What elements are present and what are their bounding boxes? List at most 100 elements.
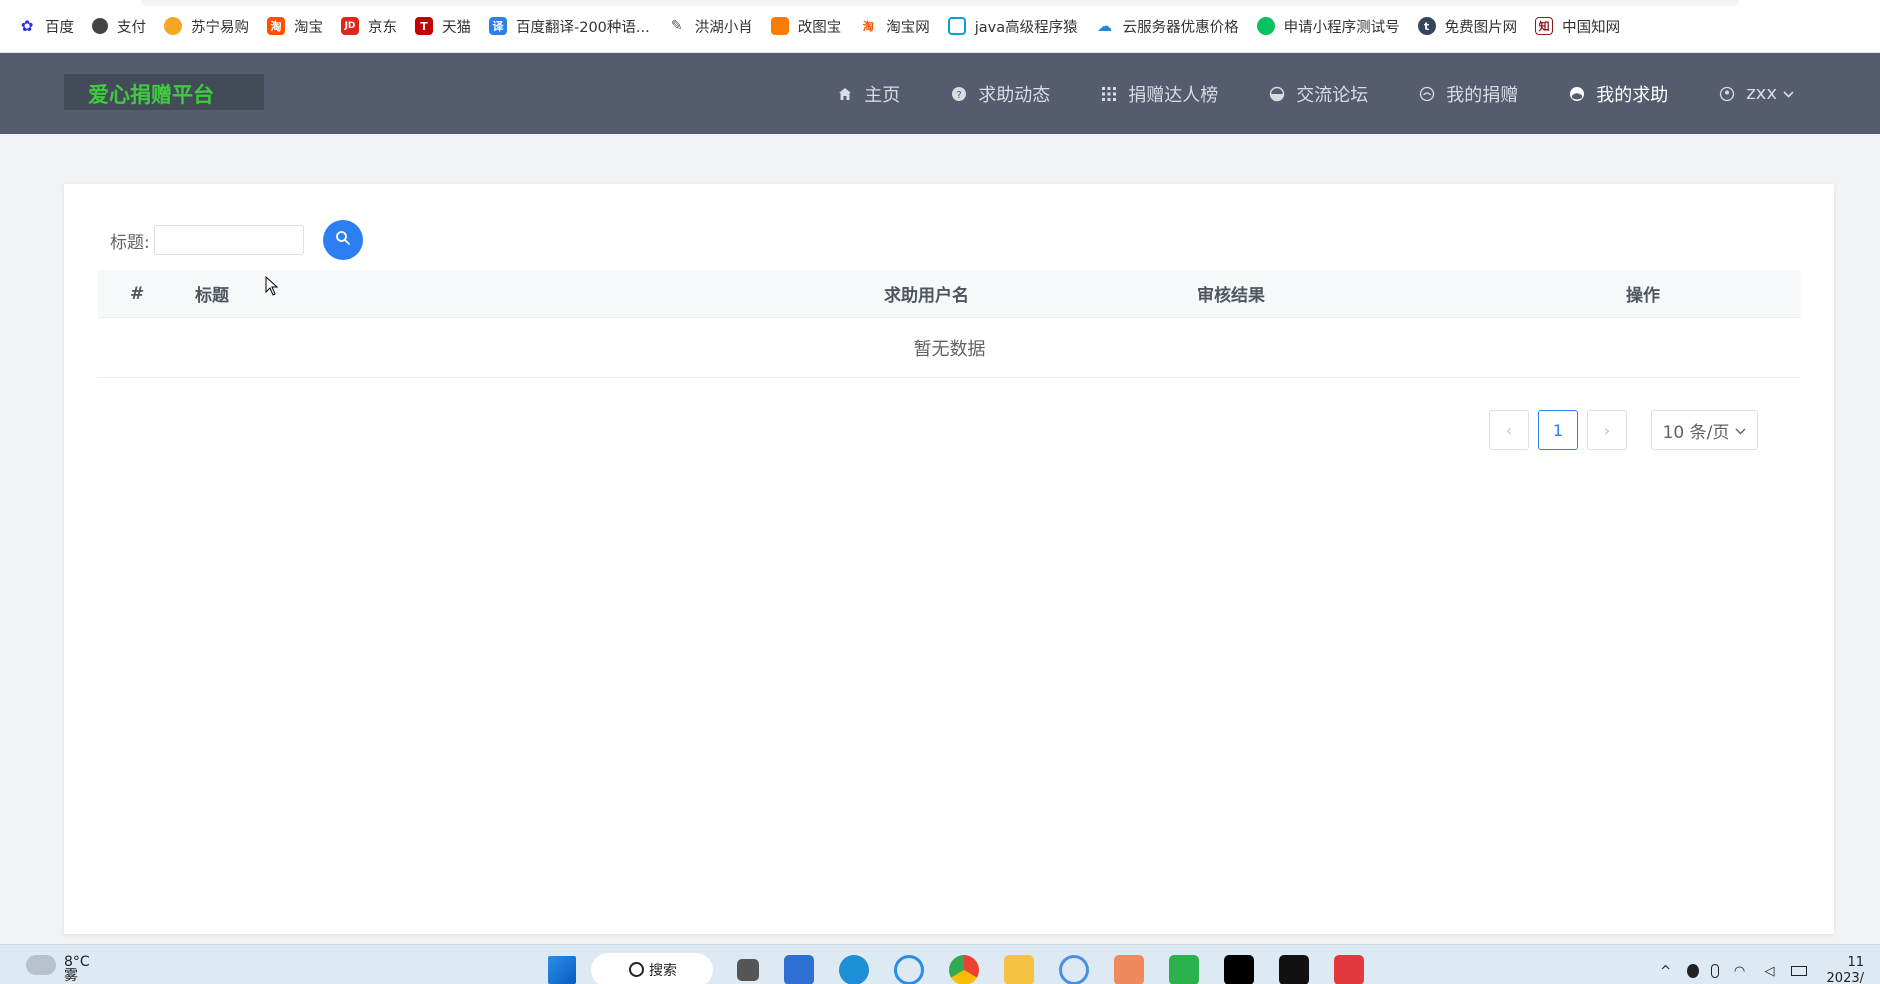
cloud-icon: ☁ xyxy=(1097,17,1113,35)
table-header: # 标题 求助用户名 审核结果 操作 xyxy=(98,270,1801,318)
bookmark-label: 改图宝 xyxy=(797,19,842,36)
task-view-icon[interactable] xyxy=(737,959,759,981)
bookmark-cloud-server[interactable]: ☁ 云服务器优惠价格 xyxy=(1096,16,1239,37)
bookmark-suning[interactable]: 苏宁易购 xyxy=(164,16,249,37)
file-explorer-icon[interactable] xyxy=(1004,955,1034,984)
bookmark-tmall[interactable]: T 天猫 xyxy=(415,16,471,37)
title-search-input[interactable] xyxy=(153,225,304,255)
page-size-value: 10 条/页 xyxy=(1662,422,1730,443)
microphone-icon[interactable] xyxy=(1710,964,1719,978)
jd-icon: JD xyxy=(341,17,359,35)
bookmark-pay[interactable]: 支付 xyxy=(92,16,146,37)
requests-table: # 标题 求助用户名 审核结果 操作 暂无数据 xyxy=(98,270,1801,378)
globe-icon xyxy=(92,18,108,34)
page-size-select[interactable]: 10 条/页 xyxy=(1651,410,1758,450)
hbuilder-icon[interactable] xyxy=(1169,955,1199,984)
temperature: 8°C xyxy=(64,954,90,970)
qq-icon[interactable] xyxy=(1686,964,1699,978)
home-icon xyxy=(836,85,854,103)
taobao-icon: 淘 xyxy=(862,20,874,33)
column-review-result: 审核结果 xyxy=(1197,286,1265,306)
bookmark-gaitubao[interactable]: 改图宝 xyxy=(770,16,842,37)
bookmark-honghu[interactable]: ✎ 洪湖小肖 xyxy=(668,16,753,37)
bookmark-taobao-net[interactable]: 淘淘宝网 xyxy=(859,16,930,37)
bookmark-java[interactable]: java高级程序猿 xyxy=(947,16,1078,37)
column-title: 标题 xyxy=(195,286,229,306)
chrome-icon[interactable] xyxy=(949,955,979,984)
bookmark-label: java高级程序猿 xyxy=(974,19,1078,36)
menu-item-help-feed[interactable]: ? 求助动态 xyxy=(950,81,1050,107)
bookmark-taobao[interactable]: 淘淘宝 xyxy=(267,16,323,37)
column-requester: 求助用户名 xyxy=(884,286,969,306)
bookmark-miniprogram[interactable]: 申请小程序测试号 xyxy=(1256,16,1400,37)
chevron-up-icon[interactable]: ^ xyxy=(1657,962,1675,980)
bookmark-free-images[interactable]: t 免费图片网 xyxy=(1417,16,1517,37)
bookmark-label: 淘宝网 xyxy=(886,19,930,36)
menu-item-my-requests[interactable]: 我的求助 xyxy=(1568,81,1668,107)
menu-item-home[interactable]: 主页 xyxy=(836,81,900,107)
taskbar-search-label: 搜索 xyxy=(649,963,677,979)
next-page-button[interactable]: › xyxy=(1587,410,1627,450)
bookmark-baidu[interactable]: ✿ 百度 xyxy=(18,16,74,37)
menu-label: 我的捐赠 xyxy=(1446,84,1519,106)
bookmark-label: 苏宁易购 xyxy=(191,19,249,36)
taskbar-apps: 搜索 xyxy=(548,953,1389,984)
svg-text:?: ? xyxy=(957,90,962,101)
prev-page-button[interactable]: ‹ xyxy=(1489,410,1529,450)
windows-start-icon[interactable] xyxy=(548,956,576,984)
chat-icon xyxy=(1268,85,1286,103)
menu-label: 我的求助 xyxy=(1596,84,1669,106)
weather-text: 雾 xyxy=(64,968,78,984)
column-actions: 操作 xyxy=(1626,286,1660,306)
taobao-icon: 淘 xyxy=(267,17,285,35)
bookmarks-bar: ✿ 百度 支付 苏宁易购 淘淘宝 JD 京东 T 天猫 译百度翻译-200种语... … xyxy=(0,0,1880,53)
terminal-icon[interactable] xyxy=(1279,955,1309,984)
weather-widget[interactable]: 8°C 雾 xyxy=(26,955,90,983)
help-circle-icon: ? xyxy=(950,85,968,103)
search-button[interactable] xyxy=(322,220,363,260)
bookmark-label: 百度翻译-200种语... xyxy=(516,19,650,36)
ie-icon[interactable] xyxy=(894,955,924,984)
taskbar-search[interactable]: 搜索 xyxy=(591,953,713,984)
clock[interactable]: 11 2023/ xyxy=(1827,955,1864,984)
baidu-paw-icon: ✿ xyxy=(20,17,34,35)
app-icon[interactable] xyxy=(1114,955,1144,984)
bookmark-label: 支付 xyxy=(117,19,146,36)
user-menu[interactable]: zxx xyxy=(1718,83,1794,104)
menu-label: 求助动态 xyxy=(978,84,1051,106)
app-icon[interactable] xyxy=(784,955,814,984)
volume-icon[interactable]: ◁ xyxy=(1761,962,1779,980)
search-icon xyxy=(335,230,351,250)
wifi-icon[interactable]: ◠ xyxy=(1731,962,1749,980)
wps-icon[interactable] xyxy=(1334,955,1364,984)
grid-icon xyxy=(1100,85,1118,103)
title-filter-label: 标题: xyxy=(110,232,150,253)
bookmark-label: 云服务器优惠价格 xyxy=(1122,19,1239,36)
menu-item-my-donations[interactable]: 我的捐赠 xyxy=(1418,81,1518,107)
site-logo[interactable]: 爱心捐赠平台 xyxy=(64,74,264,110)
intellij-icon[interactable] xyxy=(1224,955,1254,984)
bookmark-label: 中国知网 xyxy=(1562,19,1621,36)
chevron-down-icon xyxy=(1735,420,1746,440)
suning-icon xyxy=(164,17,182,35)
menu-item-donor-ranking[interactable]: 捐赠达人榜 xyxy=(1100,81,1218,107)
clock-date: 2023/ xyxy=(1826,971,1864,984)
cloud-icon xyxy=(26,955,56,975)
search-form: 标题: xyxy=(110,220,363,260)
image-edit-icon xyxy=(770,17,789,35)
tmall-icon: T xyxy=(415,17,433,35)
empty-state: 暂无数据 xyxy=(98,318,1801,378)
user-icon xyxy=(1718,85,1736,103)
bookmark-baidu-translate[interactable]: 译百度翻译-200种语... xyxy=(489,16,650,37)
menu-item-forum[interactable]: 交流论坛 xyxy=(1268,81,1368,107)
bookmark-cnki[interactable]: 知中国知网 xyxy=(1535,16,1620,37)
page-number-button[interactable]: 1 xyxy=(1538,410,1578,450)
chevron-down-icon xyxy=(1783,87,1794,101)
edge-icon[interactable] xyxy=(839,955,869,984)
chevron-left-icon: ‹ xyxy=(1505,420,1513,440)
bookmark-jd[interactable]: JD 京东 xyxy=(341,16,397,37)
clock-time: 11 xyxy=(1847,955,1864,970)
translate-icon: 译 xyxy=(489,17,507,35)
battery-icon[interactable] xyxy=(1790,966,1807,976)
app-icon[interactable] xyxy=(1059,955,1089,984)
